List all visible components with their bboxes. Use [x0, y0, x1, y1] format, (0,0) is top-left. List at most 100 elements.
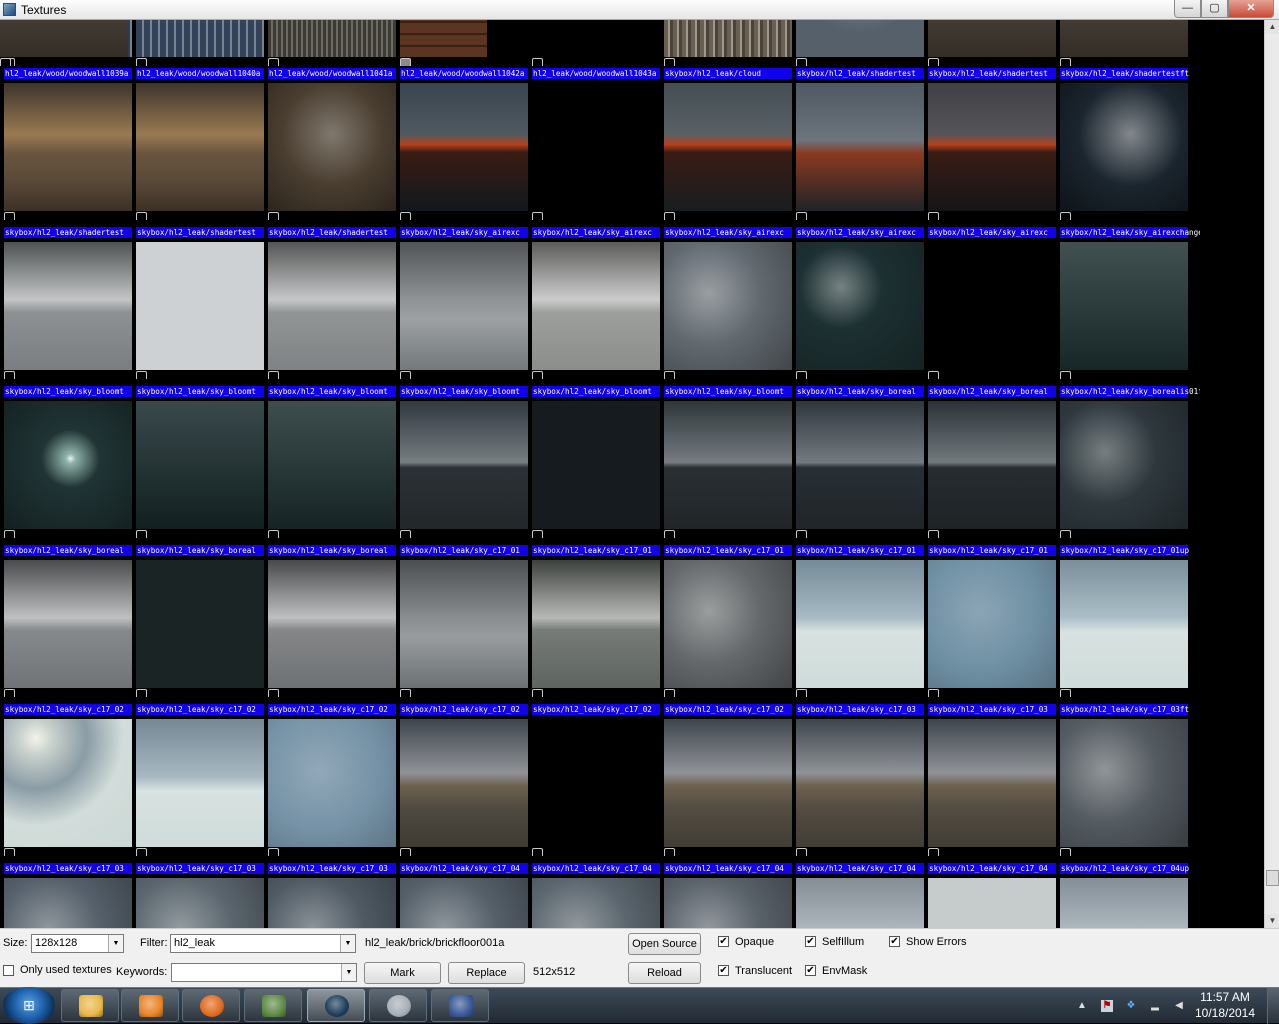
texture-thumbnail[interactable] [400, 242, 528, 370]
texture-thumbnail[interactable] [268, 83, 396, 211]
texture-thumbnail[interactable] [928, 401, 1056, 529]
texture-thumbnail[interactable] [400, 878, 528, 928]
texture-thumbnail[interactable] [4, 719, 132, 847]
texture-thumbnail[interactable] [1060, 401, 1188, 529]
start-button[interactable]: ⊞ [2, 987, 56, 1024]
texture-thumbnail[interactable] [136, 20, 264, 57]
mark-button[interactable]: Mark [364, 962, 441, 984]
texture-thumbnail[interactable] [400, 401, 528, 529]
volume-icon[interactable]: ◀ [1173, 1000, 1185, 1012]
texture-thumbnail[interactable] [4, 242, 132, 370]
texture-thumbnail[interactable] [532, 401, 660, 529]
show-errors-checkbox[interactable]: ✔ [889, 936, 900, 947]
texture-thumbnail[interactable] [0, 20, 128, 57]
texture-thumbnail[interactable] [928, 242, 1056, 370]
chevron-down-icon[interactable]: ▼ [340, 935, 355, 952]
scroll-down-arrow-icon[interactable]: ▼ [1265, 914, 1279, 928]
taskbar-button[interactable] [369, 989, 427, 1022]
network-signal-icon[interactable]: ▂ [1149, 1000, 1161, 1012]
texture-thumbnail[interactable] [532, 719, 660, 847]
texture-grid[interactable]: hl2_leak/wood/woodwall1039a hl2_leak/wood… [0, 20, 1264, 928]
taskbar-button[interactable] [182, 989, 240, 1022]
keywords-combobox[interactable]: ▼ [171, 963, 357, 982]
texture-thumbnail[interactable] [268, 20, 396, 57]
texture-thumbnail[interactable] [796, 401, 924, 529]
texture-thumbnail[interactable] [532, 560, 660, 688]
texture-thumbnail[interactable] [796, 560, 924, 688]
texture-thumbnail[interactable] [4, 401, 132, 529]
texture-thumbnail[interactable] [400, 20, 487, 57]
taskbar-button[interactable] [121, 989, 179, 1022]
texture-thumbnail[interactable] [664, 20, 792, 57]
chevron-down-icon[interactable]: ▼ [108, 935, 123, 952]
texture-thumbnail[interactable] [136, 878, 264, 928]
texture-thumbnail[interactable] [796, 719, 924, 847]
texture-thumbnail[interactable] [268, 560, 396, 688]
taskbar-button[interactable] [61, 989, 119, 1022]
texture-thumbnail[interactable] [1060, 242, 1188, 370]
texture-thumbnail[interactable] [400, 83, 528, 211]
texture-thumbnail[interactable] [268, 401, 396, 529]
taskbar-button[interactable] [307, 989, 365, 1022]
texture-thumbnail[interactable] [268, 242, 396, 370]
taskbar-button[interactable] [431, 989, 489, 1022]
texture-thumbnail[interactable] [928, 560, 1056, 688]
texture-thumbnail[interactable] [532, 878, 660, 928]
filter-combobox[interactable]: hl2_leak ▼ [170, 934, 356, 953]
texture-thumbnail[interactable] [136, 719, 264, 847]
texture-thumbnail[interactable] [1060, 719, 1188, 847]
chevron-down-icon[interactable]: ▼ [341, 964, 356, 981]
replace-button[interactable]: Replace [448, 962, 525, 984]
selfillum-checkbox[interactable]: ✔ [805, 936, 816, 947]
texture-thumbnail[interactable] [664, 560, 792, 688]
texture-thumbnail[interactable] [928, 20, 1056, 57]
texture-thumbnail[interactable] [928, 719, 1056, 847]
texture-thumbnail[interactable] [136, 401, 264, 529]
open-source-button[interactable]: Open Source [628, 933, 701, 955]
texture-thumbnail[interactable] [136, 560, 264, 688]
texture-thumbnail[interactable] [4, 878, 132, 928]
clock-date[interactable]: 10/18/2014 [1190, 1006, 1260, 1020]
clock-time[interactable]: 11:57 AM [1190, 990, 1260, 1004]
taskbar-button[interactable] [244, 989, 302, 1022]
texture-thumbnail[interactable] [268, 878, 396, 928]
size-select[interactable]: 128x128 ▼ [31, 934, 124, 953]
texture-thumbnail[interactable] [1060, 878, 1188, 928]
texture-thumbnail[interactable] [268, 719, 396, 847]
texture-thumbnail[interactable] [796, 20, 924, 57]
texture-thumbnail[interactable] [664, 719, 792, 847]
only-used-textures-checkbox[interactable] [3, 965, 14, 976]
texture-thumbnail[interactable] [1060, 560, 1188, 688]
texture-thumbnail[interactable] [796, 242, 924, 370]
show-desktop-button[interactable] [1267, 988, 1279, 1024]
texture-thumbnail[interactable] [400, 719, 528, 847]
texture-thumbnail[interactable] [664, 401, 792, 529]
translucent-checkbox[interactable]: ✔ [718, 965, 729, 976]
texture-thumbnail[interactable] [532, 242, 660, 370]
texture-thumbnail[interactable] [532, 20, 660, 57]
texture-thumbnail[interactable] [532, 83, 660, 211]
texture-thumbnail[interactable] [664, 83, 792, 211]
close-button[interactable]: ✕ [1228, 0, 1274, 18]
texture-thumbnail[interactable] [928, 83, 1056, 211]
show-hidden-icons-icon[interactable]: ▲ [1076, 1000, 1088, 1012]
texture-thumbnail[interactable] [136, 242, 264, 370]
texture-thumbnail[interactable] [400, 560, 528, 688]
texture-thumbnail[interactable] [664, 242, 792, 370]
texture-thumbnail[interactable] [1060, 83, 1188, 211]
maximize-button[interactable]: ▢ [1201, 0, 1228, 18]
dropbox-icon[interactable]: ❖ [1125, 1000, 1137, 1012]
texture-thumbnail[interactable] [796, 878, 924, 928]
action-center-flag-icon[interactable]: ⚑ [1101, 1000, 1113, 1012]
texture-thumbnail[interactable] [4, 560, 132, 688]
envmask-checkbox[interactable]: ✔ [805, 965, 816, 976]
texture-thumbnail[interactable] [928, 878, 1056, 928]
minimize-button[interactable]: — [1174, 0, 1201, 18]
opaque-checkbox[interactable]: ✔ [718, 936, 729, 947]
texture-thumbnail[interactable] [1060, 20, 1188, 57]
scroll-up-arrow-icon[interactable]: ▲ [1265, 20, 1279, 34]
texture-thumbnail[interactable] [796, 83, 924, 211]
vertical-scrollbar[interactable]: ▲ ▼ [1264, 20, 1279, 928]
texture-thumbnail[interactable] [664, 878, 792, 928]
reload-button[interactable]: Reload [628, 962, 701, 984]
